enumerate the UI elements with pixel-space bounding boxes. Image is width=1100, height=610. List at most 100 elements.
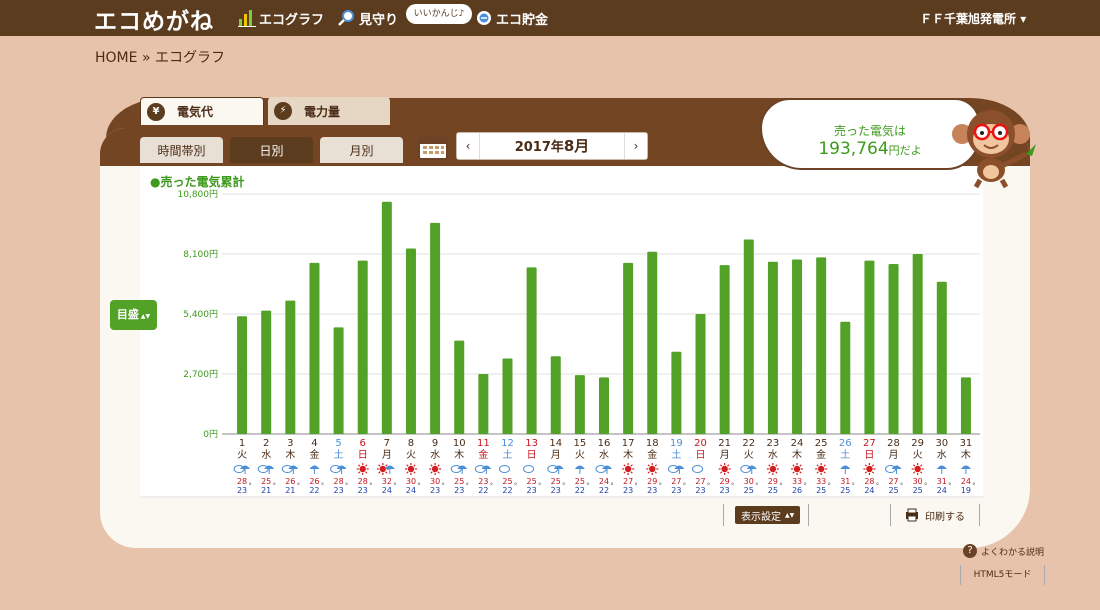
high-temp-label: 23 xyxy=(478,477,488,486)
weather-cloud-umbrella-icon xyxy=(740,465,757,474)
bar xyxy=(309,262,320,434)
sun-shape xyxy=(914,465,921,473)
bar xyxy=(647,251,658,434)
coin-icon xyxy=(477,11,491,25)
low-temp-label: 23 xyxy=(647,486,657,495)
nav-eco-graph[interactable]: エコグラフ xyxy=(238,0,324,36)
weather-cloud-umbrella-icon xyxy=(885,465,902,474)
high-temp-label: 31 xyxy=(937,477,947,486)
logo[interactable]: エコめがね xyxy=(94,2,214,36)
x-weekday-label: 金 xyxy=(309,448,319,461)
month-month: 8月 xyxy=(563,137,590,155)
high-temp-label: 27 xyxy=(623,477,633,486)
help-link[interactable]: ? よくわかる説明 xyxy=(963,544,1044,558)
subtab-daily[interactable]: 日別 xyxy=(230,137,313,163)
low-temp-label: 22 xyxy=(309,486,319,495)
sun-ray xyxy=(654,471,657,474)
x-weekday-label: 水 xyxy=(937,449,947,461)
x-weekday-label: 木 xyxy=(792,449,802,461)
weather-cloud-umbrella-icon xyxy=(474,465,492,474)
sun-ray xyxy=(413,464,416,467)
high-temp-label: 25 xyxy=(575,477,585,486)
breadcrumb-separator: » xyxy=(141,50,151,66)
degree-label: ° xyxy=(683,482,687,490)
next-month-button[interactable]: › xyxy=(625,133,647,159)
x-day-label: 31 xyxy=(960,438,973,449)
low-temp-label: 25 xyxy=(840,486,850,495)
sold-electricity-balloon: 売った電気は 193,764円だよ xyxy=(760,98,980,170)
nav-mimamori[interactable]: 見守り xyxy=(338,0,398,36)
x-day-label: 4 xyxy=(311,438,317,449)
goal-scale-button[interactable]: 目盛 ▲▼ xyxy=(110,300,157,330)
x-weekday-label: 金 xyxy=(478,448,488,461)
lightning-icon: ⚡ xyxy=(274,102,292,120)
breadcrumb-home[interactable]: HOME xyxy=(95,50,137,66)
x-day-label: 5 xyxy=(335,438,341,449)
x-day-label: 28 xyxy=(887,438,900,449)
low-temp-label: 19 xyxy=(961,486,971,495)
sun-shape xyxy=(649,465,656,473)
sun-ray xyxy=(864,464,868,467)
sun-ray xyxy=(430,471,433,474)
degree-label: ° xyxy=(562,482,566,490)
high-temp-label: 29 xyxy=(720,477,730,486)
subtab-hourly[interactable]: 時間帯別 xyxy=(140,137,223,163)
umbrella-shape xyxy=(960,465,971,469)
sun-shape xyxy=(721,465,728,473)
weather-cloud-umbrella-icon xyxy=(233,465,251,474)
tab-electricity-cost[interactable]: ¥ 電気代 xyxy=(140,97,264,125)
plant-selector[interactable]: ＦＦ千葉旭発電所 ▾ xyxy=(920,10,1026,27)
question-icon: ? xyxy=(963,544,977,558)
low-temp-label: 23 xyxy=(551,486,561,495)
x-weekday-label: 火 xyxy=(237,449,247,461)
bar xyxy=(574,375,585,434)
sun-ray xyxy=(719,464,723,467)
weather-sun-icon xyxy=(429,463,442,475)
x-day-label: 29 xyxy=(911,438,924,449)
sun-ray xyxy=(378,464,381,467)
nav-eco-savings[interactable]: エコ貯金 xyxy=(475,0,548,36)
weather-sun-icon xyxy=(356,463,369,475)
degree-label: ° xyxy=(369,482,373,490)
prev-month-button[interactable]: ‹ xyxy=(457,133,479,159)
cloud-shape xyxy=(498,465,510,473)
high-temp-label: 28 xyxy=(358,477,368,486)
umbrella-shape xyxy=(309,465,320,469)
weather-cloud-icon xyxy=(523,465,535,473)
high-temp-label: 31 xyxy=(840,477,850,486)
low-temp-label: 25 xyxy=(768,486,778,495)
calendar-icon[interactable] xyxy=(418,134,448,160)
weather-cloud-umbrella-icon xyxy=(257,465,275,474)
low-temp-label: 25 xyxy=(913,486,923,495)
high-temp-label: 30 xyxy=(406,477,416,486)
high-temp-label: 26 xyxy=(285,477,295,486)
print-button[interactable]: 印刷する xyxy=(890,504,980,526)
x-day-label: 19 xyxy=(670,438,683,449)
monkey-mascot-icon xyxy=(952,110,1036,188)
x-weekday-label: 火 xyxy=(913,449,923,461)
degree-label: ° xyxy=(441,482,445,490)
y-tick-label: 2,700円 xyxy=(183,369,218,380)
high-temp-label: 27 xyxy=(671,477,681,486)
x-weekday-label: 水 xyxy=(430,449,440,461)
sun-ray xyxy=(823,464,826,467)
sun-ray xyxy=(768,464,771,467)
sun-ray xyxy=(365,471,368,474)
display-settings-button[interactable]: 表示設定 ▲▼ xyxy=(735,506,801,524)
sun-ray xyxy=(654,464,657,467)
tab-electricity-amount[interactable]: ⚡ 電力量 xyxy=(268,97,390,125)
sun-ray xyxy=(647,471,650,474)
low-temp-label: 21 xyxy=(261,486,271,495)
x-weekday-label: 土 xyxy=(502,448,512,461)
umbrella-shape xyxy=(574,465,585,469)
subtab-monthly[interactable]: 月別 xyxy=(320,137,403,163)
tab-label: 電力量 xyxy=(304,104,341,119)
high-temp-label: 33 xyxy=(816,477,826,486)
high-temp-label: 27 xyxy=(695,477,705,486)
x-day-label: 9 xyxy=(432,438,438,449)
degree-label: ° xyxy=(610,482,614,490)
html5-mode-link[interactable]: HTML5モード xyxy=(960,565,1045,585)
bar xyxy=(719,265,730,434)
sun-ray xyxy=(630,464,633,467)
degree-label: ° xyxy=(297,482,301,490)
